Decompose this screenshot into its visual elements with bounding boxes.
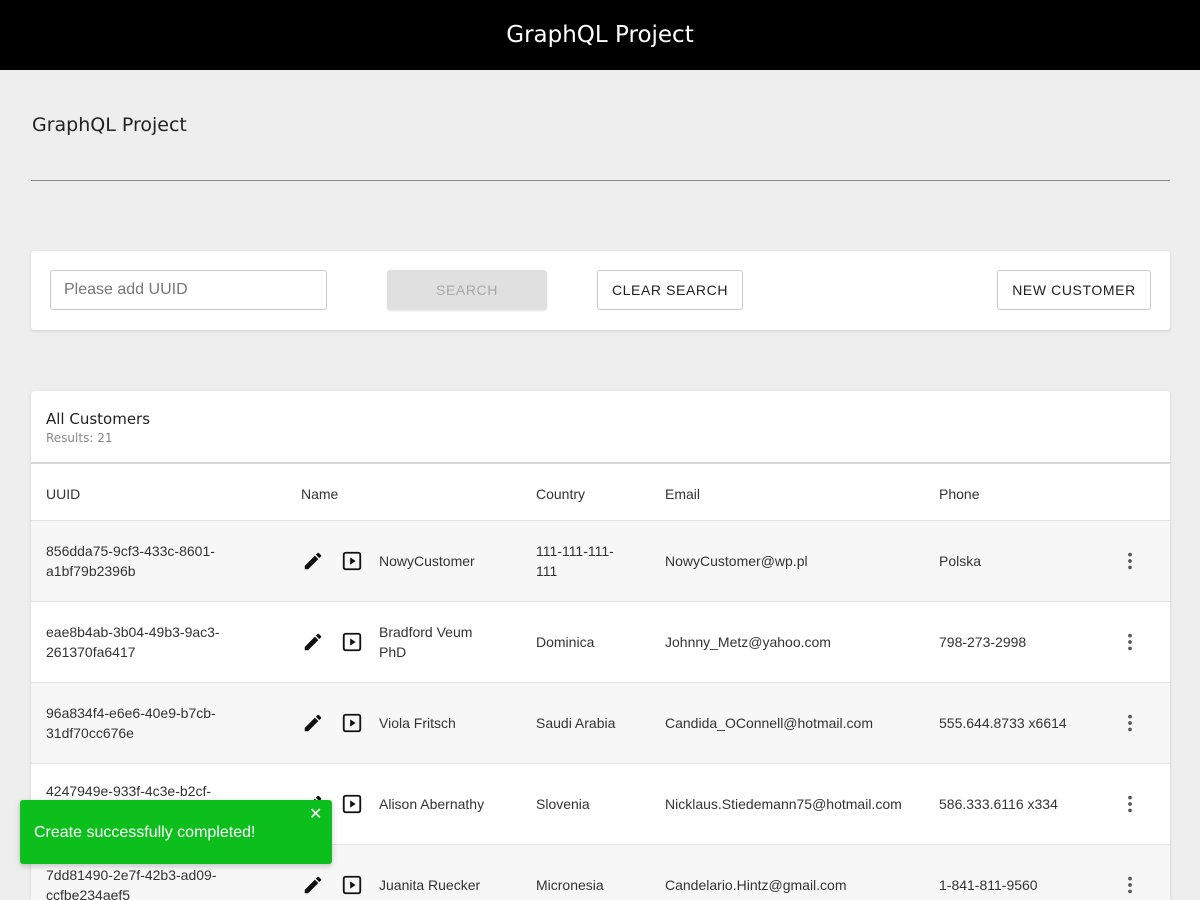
cell-phone: 555.644.8733 x6614 bbox=[939, 715, 1067, 731]
cell-name: Alison Abernathy bbox=[379, 796, 485, 812]
cell-uuid: 4247949e-933f-4c3e-b2cf- bbox=[46, 783, 212, 799]
pencil-icon[interactable] bbox=[302, 712, 324, 734]
column-header-country[interactable]: Country bbox=[536, 486, 585, 502]
pencil-icon[interactable] bbox=[302, 550, 324, 572]
cell-country: 111-111-111-111 bbox=[536, 543, 614, 579]
cell-uuid: 7dd81490-2e7f-42b3-ad09-ccfbe234aef5 bbox=[46, 867, 217, 900]
cell-name: Juanita Ruecker bbox=[379, 877, 481, 893]
uuid-search-input[interactable] bbox=[50, 270, 327, 310]
toast-message: Create successfully completed! bbox=[34, 824, 256, 841]
column-header-email[interactable]: Email bbox=[665, 486, 700, 502]
title-divider bbox=[31, 180, 1170, 181]
app-title: GraphQL Project bbox=[506, 22, 694, 48]
cell-phone: 798-273-2998 bbox=[939, 634, 1027, 650]
cell-name: NowyCustomer bbox=[379, 553, 475, 569]
pencil-icon[interactable] bbox=[302, 631, 324, 653]
cell-name: Bradford Veum PhD bbox=[379, 624, 473, 660]
cell-email: Johnny_Metz@yahoo.com bbox=[665, 634, 831, 650]
cell-name: Viola Fritsch bbox=[379, 715, 456, 731]
pencil-icon[interactable] bbox=[302, 874, 324, 896]
results-count: Results: 21 bbox=[46, 431, 113, 445]
cell-email: Candelario.Hintz@gmail.com bbox=[665, 877, 847, 893]
table-row: eae8b4ab-3b04-49b3-9ac3-261370fa6417 Bra… bbox=[31, 602, 1170, 683]
table-row: 856dda75-9cf3-433c-8601-a1bf79b2396b Now… bbox=[31, 521, 1170, 602]
column-header-uuid[interactable]: UUID bbox=[46, 486, 80, 502]
column-header-name[interactable]: Name bbox=[301, 486, 338, 502]
table-title: All Customers bbox=[46, 410, 151, 428]
success-toast: Create successfully completed! ✕ bbox=[20, 800, 332, 864]
new-customer-button-label: NEW CUSTOMER bbox=[1012, 282, 1136, 298]
search-button-label: SEARCH bbox=[436, 282, 498, 298]
search-button[interactable]: SEARCH bbox=[387, 270, 547, 310]
clear-search-button-label: CLEAR SEARCH bbox=[611, 282, 729, 298]
cell-uuid: 96a834f4-e6e6-40e9-b7cb-31df70cc676e bbox=[46, 705, 216, 741]
play-box-icon[interactable] bbox=[341, 712, 363, 734]
cell-country: Saudi Arabia bbox=[536, 715, 616, 731]
cell-uuid: 856dda75-9cf3-433c-8601-a1bf79b2396b bbox=[46, 543, 215, 579]
table-row: 96a834f4-e6e6-40e9-b7cb-31df70cc676e Vio… bbox=[31, 683, 1170, 764]
page-title: GraphQL Project bbox=[32, 114, 187, 136]
search-card: SEARCH CLEAR SEARCH NEW CUSTOMER bbox=[31, 251, 1170, 330]
more-vert-icon[interactable] bbox=[1119, 712, 1141, 734]
close-icon[interactable]: ✕ bbox=[309, 807, 322, 823]
new-customer-button[interactable]: NEW CUSTOMER bbox=[997, 270, 1151, 310]
cell-phone: Polska bbox=[939, 553, 982, 569]
cell-country: Slovenia bbox=[536, 796, 590, 812]
cell-country: Micronesia bbox=[536, 877, 604, 893]
column-header-phone[interactable]: Phone bbox=[939, 486, 979, 502]
play-box-icon[interactable] bbox=[341, 631, 363, 653]
cell-phone: 1-841-811-9560 bbox=[939, 877, 1038, 893]
clear-search-button[interactable]: CLEAR SEARCH bbox=[597, 270, 743, 310]
play-box-icon[interactable] bbox=[341, 793, 363, 815]
cell-email: Candida_OConnell@hotmail.com bbox=[665, 715, 873, 731]
cell-uuid: eae8b4ab-3b04-49b3-9ac3-261370fa6417 bbox=[46, 624, 220, 660]
more-vert-icon[interactable] bbox=[1119, 874, 1141, 896]
app-header: GraphQL Project bbox=[0, 0, 1200, 70]
play-box-icon[interactable] bbox=[341, 874, 363, 896]
play-box-icon[interactable] bbox=[341, 550, 363, 572]
cell-email: Nicklaus.Stiedemann75@hotmail.com bbox=[665, 796, 902, 812]
cell-country: Dominica bbox=[536, 634, 595, 650]
cell-phone: 586.333.6116 x334 bbox=[939, 796, 1058, 812]
cell-email: NowyCustomer@wp.pl bbox=[665, 553, 808, 569]
more-vert-icon[interactable] bbox=[1119, 550, 1141, 572]
more-vert-icon[interactable] bbox=[1119, 793, 1141, 815]
table-header-divider bbox=[31, 462, 1170, 464]
more-vert-icon[interactable] bbox=[1119, 631, 1141, 653]
